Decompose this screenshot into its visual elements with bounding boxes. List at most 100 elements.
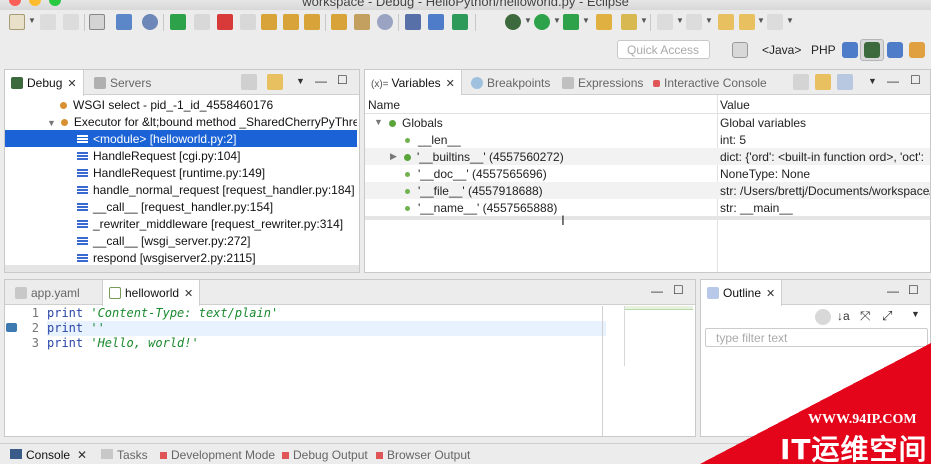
horizontal-scrollbar[interactable]: [5, 265, 359, 272]
tree-item-thread[interactable]: ▼ Executor for &lt;bound method _SharedCh…: [5, 113, 357, 130]
python-debug-icon[interactable]: [428, 14, 444, 30]
maximize-icon[interactable]: ☐: [910, 73, 921, 87]
column-value[interactable]: Value: [720, 98, 750, 112]
save-all-icon[interactable]: [63, 14, 79, 30]
open-folder-icon[interactable]: [596, 14, 612, 30]
tree-item-frame[interactable]: HandleRequest [cgi.py:104]: [5, 147, 357, 164]
view-menu-icon[interactable]: ▼: [296, 76, 305, 86]
search-tools-icon[interactable]: [621, 14, 637, 30]
drop-to-frame-icon[interactable]: [331, 14, 347, 30]
close-icon[interactable]: ✕: [184, 288, 193, 300]
step-into-icon[interactable]: [261, 14, 277, 30]
minimize-icon[interactable]: —: [887, 284, 899, 298]
prev-annotation-dropdown-icon[interactable]: ▼: [705, 16, 713, 25]
tree-item-frame[interactable]: handle_normal_request [request_handler.p…: [5, 181, 357, 198]
new-dropdown-icon[interactable]: ▼: [28, 16, 36, 25]
console-icon[interactable]: [377, 14, 393, 30]
step-filter-icon[interactable]: [267, 74, 283, 90]
variable-row[interactable]: '__doc__' (4557565696) NoneType: None: [365, 165, 930, 182]
show-types-icon[interactable]: [793, 74, 809, 90]
tab-app-yaml[interactable]: app.yaml: [9, 280, 86, 305]
horizontal-scrollbar[interactable]: [365, 216, 930, 220]
tab-servers[interactable]: Servers: [88, 70, 157, 95]
tab-development-mode[interactable]: Development Mode: [160, 448, 275, 462]
tree-item-process[interactable]: WSGI select - pid_-1_id_4558460176: [5, 96, 357, 113]
open-perspective-icon[interactable]: [732, 42, 748, 58]
search-dropdown-icon[interactable]: ▼: [640, 16, 648, 25]
link-with-editor-icon[interactable]: [815, 309, 831, 325]
quick-access-field[interactable]: Quick Access: [617, 40, 710, 59]
next-annotation-dropdown-icon[interactable]: ▼: [676, 16, 684, 25]
pydev-icon[interactable]: [452, 14, 468, 30]
tree-item-frame[interactable]: __call__ [wsgi_server.py:272]: [5, 232, 357, 249]
perspective-java[interactable]: <Java>: [762, 43, 801, 57]
tab-outline[interactable]: Outline ✕: [701, 280, 783, 306]
close-icon[interactable]: ✕: [766, 288, 775, 300]
maximize-icon[interactable]: ☐: [673, 283, 684, 297]
tab-browser-output[interactable]: Browser Output: [376, 448, 470, 462]
tab-debug-output[interactable]: Debug Output: [282, 448, 368, 462]
code-line[interactable]: print 'Hello, world!': [47, 336, 199, 351]
minimize-icon[interactable]: —: [315, 74, 327, 88]
back-dropdown-icon[interactable]: ▼: [757, 16, 765, 25]
minimap-viewport[interactable]: [625, 306, 693, 310]
variable-row[interactable]: '__name__' (4557565888) str: __main__: [365, 199, 930, 216]
use-step-filters-icon[interactable]: [354, 14, 370, 30]
tab-debug[interactable]: Debug ✕: [5, 70, 84, 96]
monitor-icon[interactable]: [116, 14, 132, 30]
sort-az-icon[interactable]: ↓a: [837, 309, 850, 323]
expand-icon[interactable]: ⤢: [882, 308, 892, 324]
tab-console[interactable]: Console ✕: [10, 448, 87, 462]
tree-item-frame[interactable]: <module> [helloworld.py:2]: [5, 130, 357, 147]
tab-expressions[interactable]: Expressions: [556, 70, 649, 95]
last-edit-icon[interactable]: [718, 14, 734, 30]
variable-row[interactable]: __len__ int: 5: [365, 131, 930, 148]
terminate-icon[interactable]: [217, 14, 233, 30]
tab-breakpoints[interactable]: Breakpoints: [465, 70, 556, 95]
external-tools-dropdown-icon[interactable]: ▼: [582, 16, 590, 25]
tree-item-frame[interactable]: __call__ [request_handler.py:154]: [5, 198, 357, 215]
run-dropdown-icon[interactable]: ▼: [553, 16, 561, 25]
close-icon[interactable]: ✕: [446, 78, 455, 90]
prev-annotation-icon[interactable]: [686, 14, 702, 30]
suspend-icon[interactable]: [194, 14, 210, 30]
debug-run-icon[interactable]: [505, 14, 521, 30]
forward-icon[interactable]: [767, 14, 783, 30]
skip-breakpoints-icon[interactable]: [142, 14, 158, 30]
code-line[interactable]: print 'Content-Type: text/plain': [47, 306, 278, 321]
pydev-perspective-icon[interactable]: [887, 42, 903, 58]
variable-row[interactable]: ▼ Globals Global variables: [365, 114, 930, 131]
code-line[interactable]: print '': [47, 321, 105, 336]
tree-item-frame[interactable]: respond [wsgiserver2.py:2115]: [5, 249, 357, 266]
perspective-php[interactable]: PHP: [811, 43, 836, 57]
expanded-twisty-icon[interactable]: ▼: [47, 118, 56, 128]
tree-item-frame[interactable]: _rewriter_middleware [request_rewriter.p…: [5, 215, 357, 232]
tree-item-frame[interactable]: HandleRequest [runtime.py:149]: [5, 164, 357, 181]
resume-icon[interactable]: [170, 14, 186, 30]
tab-variables[interactable]: (x)= Variables ✕: [365, 70, 462, 96]
view-menu-icon[interactable]: ▼: [911, 309, 920, 319]
variable-row[interactable]: ▶ '__builtins__' (4557560272) dict: {'or…: [365, 148, 930, 165]
tab-interactive-console[interactable]: Interactive Console: [647, 70, 773, 95]
external-tools-icon[interactable]: [563, 14, 579, 30]
show-columns-icon[interactable]: [837, 74, 853, 90]
disconnect-icon[interactable]: [240, 14, 256, 30]
close-icon[interactable]: ✕: [67, 78, 76, 90]
debug-perspective-button[interactable]: [860, 39, 884, 61]
step-over-icon[interactable]: [283, 14, 299, 30]
close-icon[interactable]: ✕: [77, 448, 87, 462]
collapse-all-icon[interactable]: [815, 74, 831, 90]
collapse-icon[interactable]: ⤧: [860, 308, 870, 324]
column-name[interactable]: Name: [368, 98, 400, 112]
debug-dropdown-icon[interactable]: ▼: [524, 16, 532, 25]
tab-tasks[interactable]: Tasks: [101, 448, 148, 462]
maximize-icon[interactable]: ☐: [337, 73, 348, 87]
run-icon[interactable]: [534, 14, 550, 30]
forward-dropdown-icon[interactable]: ▼: [786, 16, 794, 25]
connect-icon[interactable]: [405, 14, 421, 30]
view-menu-icon[interactable]: ▼: [868, 76, 877, 86]
python-perspective-icon[interactable]: [842, 42, 858, 58]
new-icon[interactable]: [9, 14, 25, 30]
minimize-icon[interactable]: —: [651, 284, 663, 298]
collapsed-twisty-icon[interactable]: ▶: [390, 151, 397, 162]
